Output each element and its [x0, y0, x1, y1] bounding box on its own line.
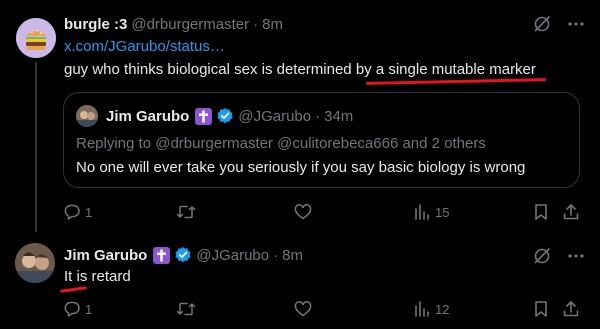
reply-count: 1: [85, 204, 93, 220]
red-underline-annotation: [59, 286, 88, 293]
views-button[interactable]: 15: [413, 203, 449, 221]
bookmark-icon: [535, 204, 547, 220]
more-icon[interactable]: [566, 14, 586, 34]
verified-badge-icon: [174, 246, 192, 264]
user-handle[interactable]: @drburgermaster: [131, 16, 249, 33]
post-text: guy who thinks biological sex is determi…: [64, 61, 536, 78]
verified-badge-icon: [216, 107, 234, 125]
quote-text: No one will ever take you seriously if y…: [76, 159, 526, 176]
user-handle[interactable]: @JGarubo: [196, 247, 269, 264]
quote-header: Jim Garubo @JGarubo · 34m: [106, 106, 353, 126]
display-name[interactable]: Jim Garubo: [106, 108, 189, 125]
share-icon: [563, 204, 579, 220]
share-icon: [563, 301, 579, 317]
display-name[interactable]: Jim Garubo: [64, 247, 147, 264]
timestamp[interactable]: 34m: [324, 108, 353, 125]
action-bar: 1 15: [0, 203, 600, 223]
grok-icon[interactable]: [532, 14, 552, 34]
reply-icon: [64, 204, 80, 220]
avatar-burgle[interactable]: [16, 18, 56, 58]
avatar-jim-garubo[interactable]: [15, 243, 55, 283]
like-icon: [294, 301, 312, 317]
burger-avatar-icon: [16, 18, 56, 58]
like-button[interactable]: [294, 300, 312, 318]
replying-to: Replying to @drburgermaster @culitorebec…: [76, 135, 486, 152]
separator: ·: [253, 15, 259, 33]
reply-count: 1: [85, 301, 93, 317]
red-underline-annotation: [365, 78, 547, 85]
timestamp[interactable]: 8m: [262, 16, 283, 33]
cross-badge-icon: [195, 107, 213, 125]
post-text: It is retard: [64, 268, 131, 285]
timestamp[interactable]: 8m: [282, 247, 303, 264]
views-icon: [415, 204, 429, 220]
bookmark-button[interactable]: [533, 300, 549, 318]
view-count: 15: [435, 204, 450, 220]
grok-icon[interactable]: [532, 246, 552, 266]
bookmark-button[interactable]: [533, 203, 549, 221]
display-name[interactable]: burgle :3: [64, 16, 127, 33]
post-burgle[interactable]: burgle :3 @drburgermaster · 8m x.com/JGa…: [0, 0, 600, 232]
avatar-quote: [76, 105, 98, 127]
post-jim-garubo[interactable]: Jim Garubo @JGarubo · 8m It is retard 1: [0, 232, 600, 329]
reply-button[interactable]: 1: [63, 300, 92, 318]
quoted-post[interactable]: Jim Garubo @JGarubo · 34m Replying to @d…: [63, 92, 580, 188]
repost-button[interactable]: [176, 203, 196, 221]
view-count: 12: [435, 301, 450, 317]
post-header: Jim Garubo @JGarubo · 8m: [64, 245, 303, 265]
cross-badge-icon: [153, 246, 171, 264]
post-header: burgle :3 @drburgermaster · 8m: [64, 14, 283, 34]
post-link[interactable]: x.com/JGarubo/status…: [64, 38, 225, 55]
action-bar: 1 12: [0, 300, 600, 320]
reply-button[interactable]: 1: [63, 203, 92, 221]
share-button[interactable]: [562, 203, 580, 221]
bookmark-icon: [535, 301, 547, 317]
views-icon: [415, 301, 429, 317]
more-icon[interactable]: [566, 246, 586, 266]
separator: ·: [315, 107, 321, 125]
user-handle[interactable]: @JGarubo: [238, 108, 311, 125]
views-button[interactable]: 12: [413, 300, 449, 318]
reply-icon: [64, 301, 80, 317]
separator: ·: [273, 246, 279, 264]
like-button[interactable]: [294, 203, 312, 221]
share-button[interactable]: [562, 300, 580, 318]
like-icon: [294, 204, 312, 220]
repost-button[interactable]: [176, 300, 196, 318]
repost-icon: [176, 205, 196, 219]
repost-icon: [176, 302, 196, 316]
